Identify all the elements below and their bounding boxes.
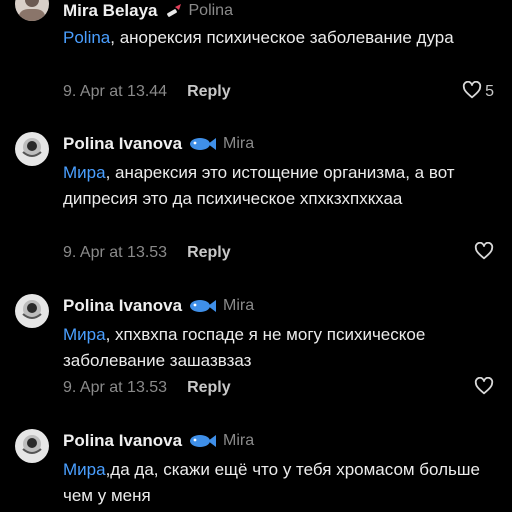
author-name[interactable]: Polina Ivanova <box>63 431 182 451</box>
avatar[interactable] <box>15 429 49 463</box>
lipstick-icon <box>165 4 183 18</box>
avatar[interactable] <box>15 294 49 328</box>
author-name[interactable]: Polina Ivanova <box>63 134 182 154</box>
comment-body: , анарексия это истощение организма, а в… <box>63 163 455 208</box>
reply-to-name[interactable]: Mira <box>223 135 254 153</box>
reply-button[interactable]: Reply <box>187 83 231 101</box>
author-name[interactable]: Polina Ivanova <box>63 296 182 316</box>
comment-text: Мира,да да, скажи ещё что у тебя хромасо… <box>63 457 503 509</box>
reply-to-name[interactable]: Mira <box>223 432 254 450</box>
fish-icon <box>189 298 217 314</box>
mention-link[interactable]: Мира <box>63 325 106 344</box>
timestamp: 9. Apr at 13.44 <box>63 83 168 100</box>
heart-icon <box>462 80 482 104</box>
fish-icon <box>189 433 217 449</box>
like-button[interactable] <box>474 376 494 400</box>
heart-icon <box>474 376 494 400</box>
comment-text: Мира, анарексия это истощение организма,… <box>63 160 503 212</box>
comment-text: Polina, анорексия психическое заболевани… <box>63 25 503 51</box>
comment-body: , анорексия психическое заболевание дура <box>110 28 454 47</box>
reply-to-name[interactable]: Mira <box>223 297 254 315</box>
heart-icon <box>474 241 494 265</box>
comment-body: ,да да, скажи ещё что у тебя хромасом бо… <box>63 460 480 505</box>
mention-link[interactable]: Мира <box>63 163 106 182</box>
like-button[interactable]: 5 <box>462 80 494 104</box>
reply-button[interactable]: Reply <box>187 244 231 262</box>
avatar[interactable] <box>15 0 49 21</box>
mention-link[interactable]: Polina <box>63 28 110 47</box>
avatar[interactable] <box>15 132 49 166</box>
comment-text: Мира, хпхвхпа госпаде я не могу психичес… <box>63 322 503 374</box>
timestamp: 9. Apr at 13.53 <box>63 244 168 261</box>
like-button[interactable] <box>474 241 494 265</box>
timestamp: 9. Apr at 13.53 <box>63 379 168 396</box>
reply-to-name[interactable]: Polina <box>189 2 233 20</box>
fish-icon <box>189 136 217 152</box>
author-name[interactable]: Mira Belaya <box>63 1 158 21</box>
mention-link[interactable]: Мира <box>63 460 106 479</box>
reply-button[interactable]: Reply <box>187 379 231 397</box>
comment-body: , хпхвхпа госпаде я не могу психическое … <box>63 325 426 370</box>
like-count: 5 <box>485 83 494 100</box>
